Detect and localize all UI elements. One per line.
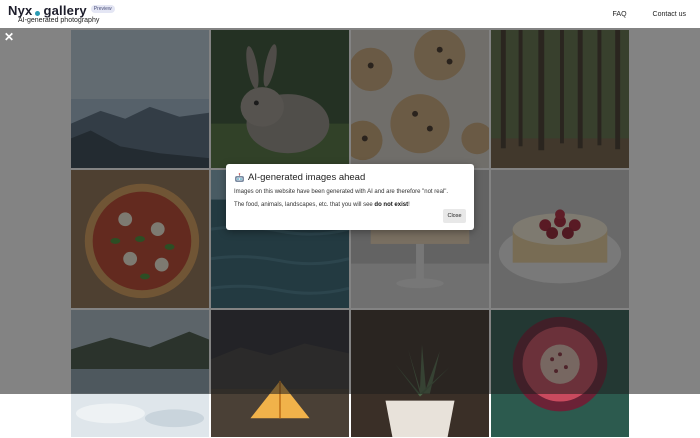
site-header: Nyx gallery Preview AI-generated photogr… xyxy=(0,0,700,28)
robot-icon xyxy=(235,172,244,182)
logo-dot-icon xyxy=(35,11,41,16)
dialog-title: AI-generated images ahead xyxy=(234,172,365,183)
dialog-title-text: AI-generated images ahead xyxy=(248,172,366,183)
preview-badge: Preview xyxy=(90,4,115,13)
nav-contact-us[interactable]: Contact us xyxy=(653,11,686,18)
nav-faq[interactable]: FAQ xyxy=(613,11,627,18)
dialog-message-emphasis: do not exist xyxy=(374,202,409,208)
logo-text-nyx: Nyx xyxy=(8,3,33,18)
close-button[interactable]: Close xyxy=(443,209,466,223)
top-nav: FAQ Contact us xyxy=(613,11,686,18)
dialog-message-line-1: Images on this website have been generat… xyxy=(234,189,449,195)
ai-disclaimer-dialog: AI-generated images ahead Images on this… xyxy=(226,164,474,230)
logo[interactable]: Nyx gallery Preview xyxy=(8,3,115,18)
dialog-message-line-2: The food, animals, landscapes, etc. that… xyxy=(234,202,410,208)
logo-text-gallery: gallery xyxy=(43,3,87,18)
dialog-message-line-2-suffix: ! xyxy=(408,202,410,208)
dialog-message-line-2-prefix: The food, animals, landscapes, etc. that… xyxy=(234,202,375,208)
tagline: AI-generated photography xyxy=(18,17,100,24)
close-icon[interactable]: ✕ xyxy=(4,31,14,43)
